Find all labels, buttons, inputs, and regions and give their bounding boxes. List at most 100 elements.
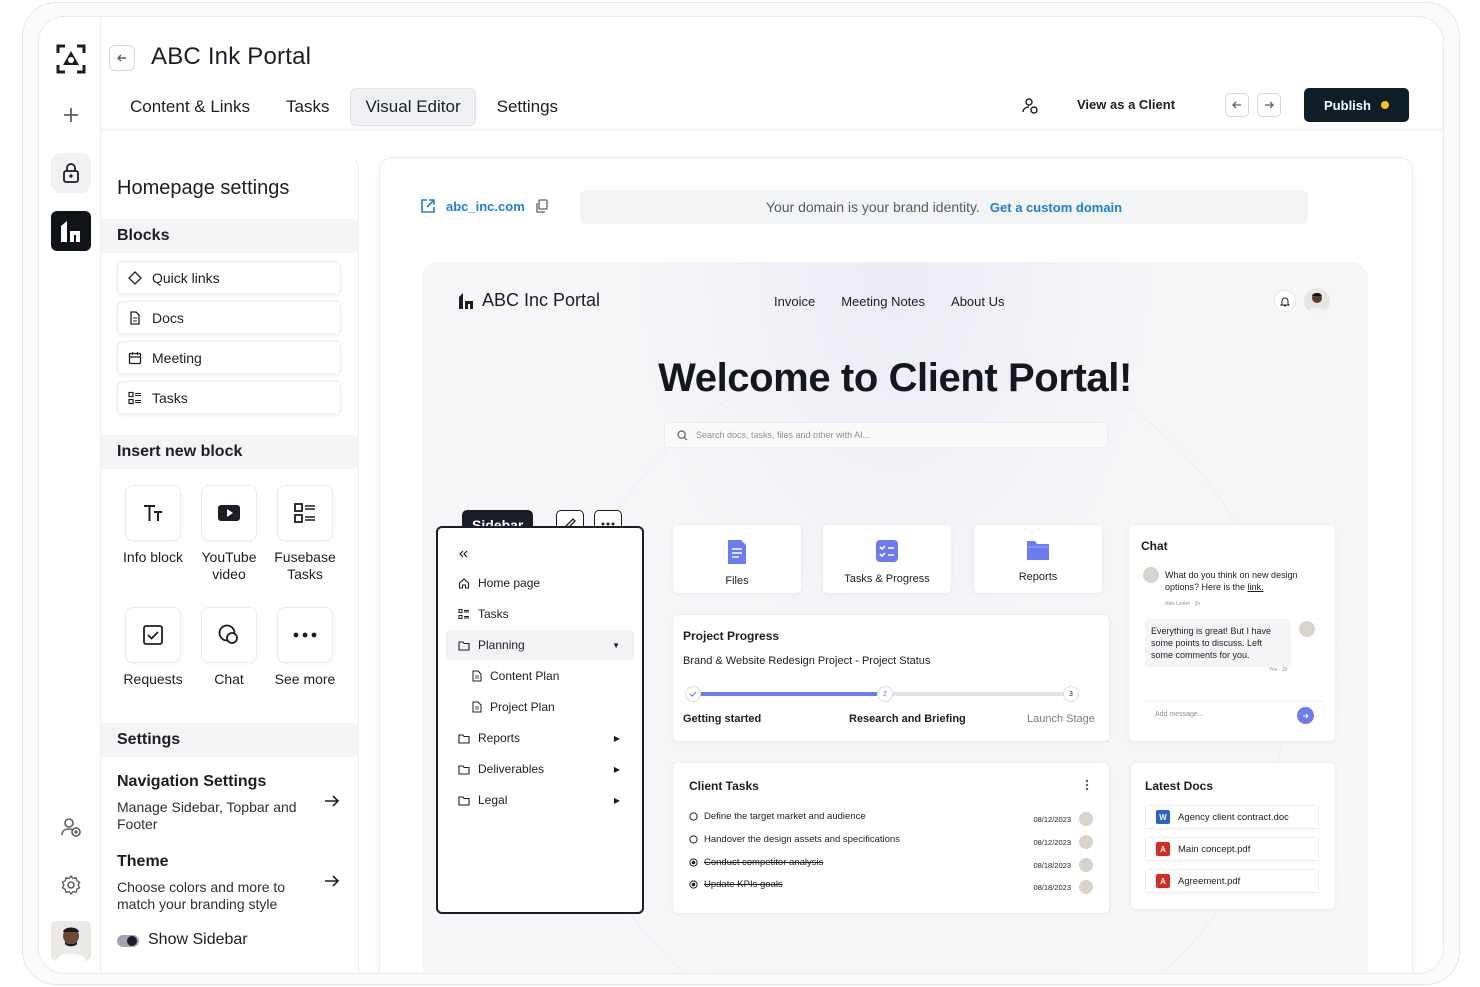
sidebar-item-project-plan[interactable]: Project Plan bbox=[472, 700, 555, 714]
chat-input-placeholder: Add message... bbox=[1155, 711, 1204, 718]
sidebar-item-tasks[interactable]: Tasks bbox=[458, 607, 509, 621]
sidebar-item-planning[interactable]: Planning bbox=[458, 638, 525, 652]
folder-icon bbox=[458, 640, 470, 651]
portal-url-text[interactable]: abc_inc.com bbox=[446, 199, 525, 214]
insert-fusebase-tasks[interactable]: Fusebase Tasks bbox=[269, 485, 341, 583]
arrow-right-icon[interactable] bbox=[323, 792, 341, 810]
caret-right-icon[interactable]: ▶ bbox=[614, 796, 620, 805]
sidebar-item-label: Planning bbox=[478, 638, 525, 652]
task-radio-icon bbox=[689, 835, 698, 844]
quick-card-files[interactable]: Files bbox=[672, 524, 802, 594]
settings-heading: Settings bbox=[101, 723, 359, 757]
copy-icon[interactable] bbox=[535, 199, 549, 213]
insert-info-block[interactable]: Info block bbox=[117, 485, 189, 566]
step-label: Launch Stage bbox=[1027, 713, 1095, 725]
theme-title[interactable]: Theme bbox=[117, 853, 169, 871]
tab-visual-editor[interactable]: Visual Editor bbox=[350, 88, 476, 126]
sidebar-item-content-plan[interactable]: Content Plan bbox=[472, 669, 559, 683]
preview-search[interactable]: Search docs, tasks, files and other with… bbox=[664, 422, 1108, 448]
preview-nav-invoice[interactable]: Invoice bbox=[774, 294, 815, 309]
doc-label: Agency client contract.doc bbox=[1178, 811, 1289, 823]
arrow-right-icon[interactable] bbox=[323, 872, 341, 890]
quick-card-reports[interactable]: Reports bbox=[973, 524, 1103, 594]
preview-sidebar[interactable]: Home page Tasks Planning ▼ Content Plan bbox=[436, 526, 644, 914]
task-assignee-avatar bbox=[1079, 835, 1093, 849]
back-button[interactable] bbox=[109, 45, 135, 71]
chat-message-link[interactable]: link. bbox=[1248, 582, 1264, 592]
gear-icon[interactable] bbox=[51, 865, 91, 905]
doc-row[interactable]: A Agreement.pdf bbox=[1145, 869, 1319, 893]
brand-logo-icon[interactable] bbox=[51, 39, 91, 79]
sidebar-item-home[interactable]: Home page bbox=[458, 576, 540, 590]
chat-input[interactable]: Add message... bbox=[1143, 701, 1323, 727]
task-date: 08/12/2023 bbox=[1033, 815, 1071, 824]
doc-row[interactable]: W Agency client contract.doc bbox=[1145, 805, 1319, 829]
caret-down-icon[interactable]: ▼ bbox=[612, 641, 620, 650]
editor-canvas: abc_inc.com Your domain is your brand id… bbox=[379, 157, 1413, 973]
get-custom-domain-link[interactable]: Get a custom domain bbox=[990, 200, 1122, 215]
step-marker: 3 bbox=[1063, 686, 1079, 702]
insert-see-more[interactable]: See more bbox=[269, 607, 341, 688]
task-row[interactable]: Handover the design assets and specifica… bbox=[689, 834, 900, 845]
kebab-menu-icon[interactable] bbox=[1085, 779, 1089, 791]
preview-logo[interactable]: ABC Inc Portal bbox=[458, 290, 600, 311]
block-item-docs[interactable]: Docs bbox=[117, 301, 341, 335]
collapse-icon[interactable] bbox=[458, 550, 468, 558]
preview-logo-text: ABC Inc Portal bbox=[482, 290, 601, 310]
doc-row[interactable]: A Main concept.pdf bbox=[1145, 837, 1319, 861]
block-item-tasks[interactable]: Tasks bbox=[117, 381, 341, 415]
caret-right-icon[interactable]: ▶ bbox=[614, 734, 620, 743]
folder-icon bbox=[458, 733, 470, 744]
task-row[interactable]: Update KPIs goals bbox=[689, 879, 783, 890]
sidebar-item-label: Tasks bbox=[478, 607, 509, 621]
sidebar-item-deliverables[interactable]: Deliverables bbox=[458, 762, 544, 776]
redo-button[interactable] bbox=[1257, 93, 1281, 117]
block-label: Tasks bbox=[152, 390, 188, 406]
sidebar-item-reports[interactable]: Reports bbox=[458, 731, 520, 745]
preview-nav-about-us[interactable]: About Us bbox=[951, 294, 1004, 309]
show-sidebar-toggle[interactable] bbox=[117, 935, 139, 947]
more-icon bbox=[293, 632, 317, 638]
portal-preview: ABC Inc Portal Invoice Meeting Notes Abo… bbox=[422, 262, 1368, 973]
task-row[interactable]: Define the target market and audience bbox=[689, 811, 866, 822]
chat-icon bbox=[218, 624, 238, 644]
quick-card-tasks-progress[interactable]: Tasks & Progress bbox=[822, 524, 952, 594]
user-avatar[interactable] bbox=[51, 921, 91, 961]
block-item-quick-links[interactable]: Quick links bbox=[117, 261, 341, 295]
tab-content-links[interactable]: Content & Links bbox=[115, 88, 265, 126]
sidebar-item-label: Home page bbox=[478, 576, 541, 590]
preview-heading: Welcome to Client Portal! bbox=[658, 356, 1132, 400]
word-doc-icon: W bbox=[1156, 810, 1170, 824]
main-tabs: Content & Links Tasks Visual Editor Sett… bbox=[115, 88, 579, 126]
portal-url[interactable]: abc_inc.com bbox=[420, 198, 549, 214]
domain-note: Your domain is your brand identity. bbox=[765, 199, 980, 215]
external-link-icon bbox=[421, 199, 435, 213]
task-row[interactable]: Conduct competitor analysis bbox=[689, 857, 823, 868]
home-icon bbox=[458, 578, 470, 589]
portal-app-icon[interactable] bbox=[51, 211, 91, 251]
publish-button[interactable]: Publish bbox=[1304, 88, 1409, 122]
undo-button[interactable] bbox=[1225, 93, 1249, 117]
preview-nav-meeting-notes[interactable]: Meeting Notes bbox=[841, 294, 925, 309]
preview-avatar[interactable] bbox=[1304, 288, 1330, 314]
caret-right-icon[interactable]: ▶ bbox=[614, 765, 620, 774]
navigation-settings-title[interactable]: Navigation Settings bbox=[117, 773, 266, 791]
folder-icon bbox=[1027, 541, 1049, 560]
send-button[interactable] bbox=[1297, 707, 1314, 724]
insert-chat[interactable]: Chat bbox=[193, 607, 265, 688]
add-icon[interactable] bbox=[51, 95, 91, 135]
folder-icon bbox=[458, 764, 470, 775]
lock-icon[interactable] bbox=[51, 153, 91, 193]
tab-tasks[interactable]: Tasks bbox=[271, 88, 344, 126]
tab-settings[interactable]: Settings bbox=[482, 88, 573, 126]
client-view-icon[interactable] bbox=[1021, 97, 1039, 115]
sidebar-item-legal[interactable]: Legal bbox=[458, 793, 507, 807]
add-user-icon[interactable] bbox=[51, 807, 91, 847]
block-item-meeting[interactable]: Meeting bbox=[117, 341, 341, 375]
insert-requests[interactable]: Requests bbox=[117, 607, 189, 688]
view-as-client-button[interactable]: View as a Client bbox=[1077, 97, 1175, 112]
insert-youtube-video[interactable]: YouTube video bbox=[193, 485, 265, 583]
bell-icon[interactable] bbox=[1274, 290, 1296, 312]
tasks-icon bbox=[458, 609, 469, 619]
doc-label: Main concept.pdf bbox=[1178, 843, 1251, 855]
